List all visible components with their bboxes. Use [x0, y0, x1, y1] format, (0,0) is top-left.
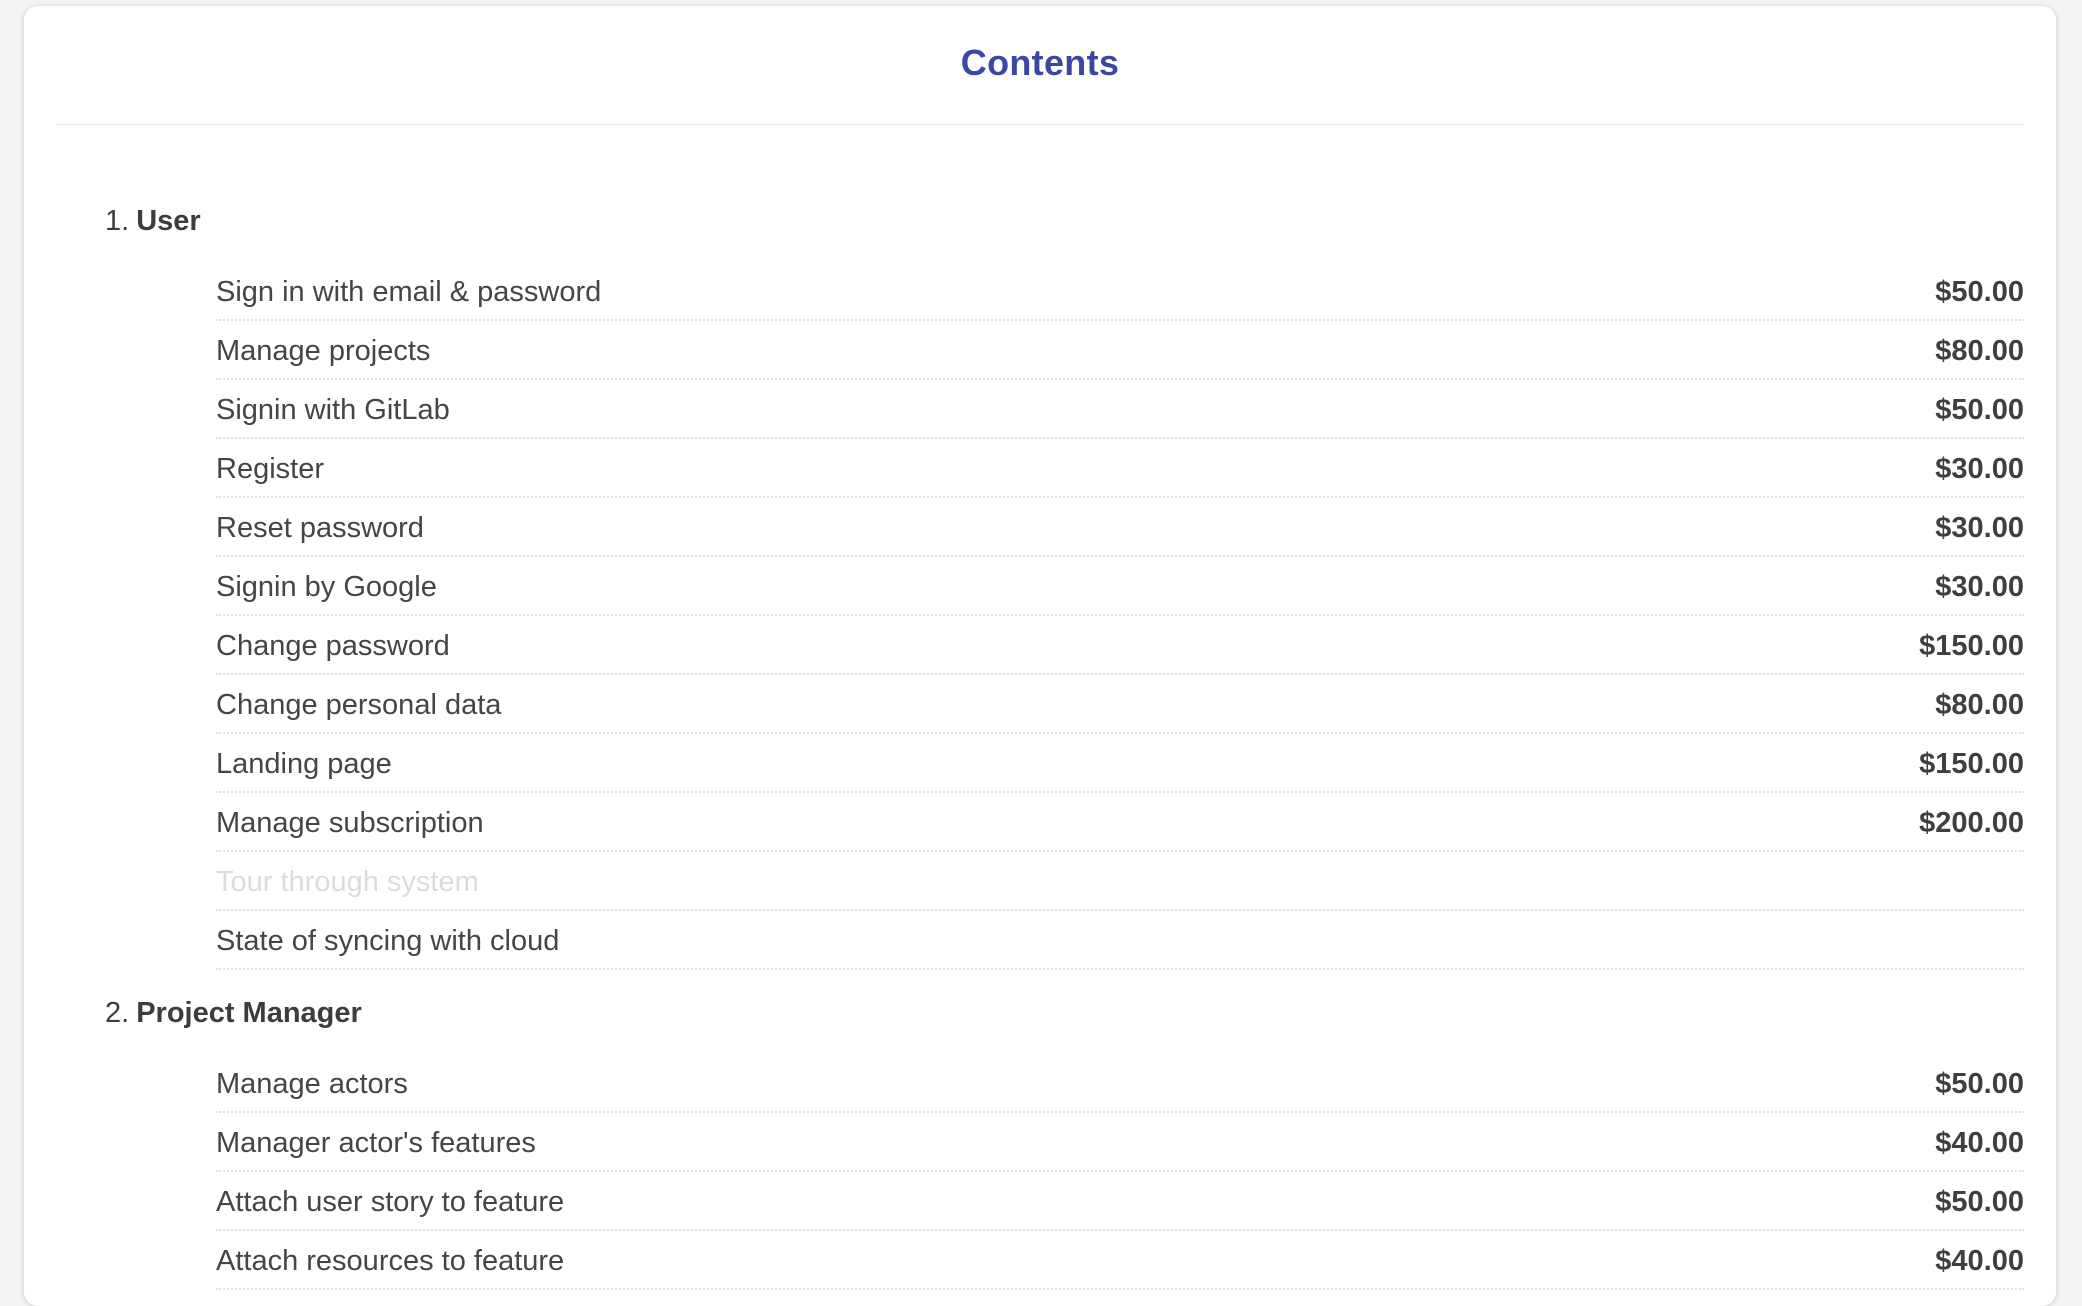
section-project-manager: 2. Project Manager Manage actors $50.00 … — [105, 988, 2024, 1290]
list-item[interactable]: Manager actor's features $40.00 — [216, 1113, 2024, 1172]
item-price: $50.00 — [1935, 276, 2024, 308]
item-name: Manage projects — [216, 335, 431, 367]
item-price: $80.00 — [1935, 689, 2024, 721]
item-name: Change personal data — [216, 689, 502, 721]
item-price: $30.00 — [1935, 512, 2024, 544]
section-heading: 1. User — [105, 196, 2024, 246]
item-price: $80.00 — [1935, 335, 2024, 367]
list-item[interactable]: Change password $150.00 — [216, 616, 2024, 675]
item-price: $200.00 — [1919, 807, 2024, 839]
list-item[interactable]: Manage projects $80.00 — [216, 321, 2024, 380]
item-name: Signin by Google — [216, 571, 437, 603]
list-item[interactable]: State of syncing with cloud — [216, 911, 2024, 970]
section-heading: 2. Project Manager — [105, 988, 2024, 1038]
page-title: Contents — [960, 42, 1120, 83]
card-header: Contents — [56, 6, 2024, 125]
list-item[interactable]: Sign in with email & password $50.00 — [216, 262, 2024, 321]
list-item[interactable]: Manage actors $50.00 — [216, 1054, 2024, 1113]
item-price: $40.00 — [1935, 1127, 2024, 1159]
item-price: $150.00 — [1919, 630, 2024, 662]
item-price: $50.00 — [1935, 394, 2024, 426]
section-items: Sign in with email & password $50.00 Man… — [216, 262, 2024, 970]
item-name: Reset password — [216, 512, 424, 544]
item-name: Manager actor's features — [216, 1127, 536, 1159]
item-name: Tour through system — [216, 866, 479, 898]
section-number: 1. — [105, 204, 130, 237]
section-title: Project Manager — [136, 996, 362, 1029]
item-price: $30.00 — [1935, 453, 2024, 485]
list-item[interactable]: Landing page $150.00 — [216, 734, 2024, 793]
item-name: Change password — [216, 630, 450, 662]
list-item[interactable]: Reset password $30.00 — [216, 498, 2024, 557]
item-name: Manage actors — [216, 1068, 408, 1100]
list-item[interactable]: Attach user story to feature $50.00 — [216, 1172, 2024, 1231]
item-price: $30.00 — [1935, 571, 2024, 603]
item-name: State of syncing with cloud — [216, 925, 560, 957]
item-name: Signin with GitLab — [216, 394, 450, 426]
list-item[interactable]: Signin with GitLab $50.00 — [216, 380, 2024, 439]
item-name: Manage subscription — [216, 807, 484, 839]
section-number: 2. — [105, 996, 130, 1029]
item-name: Landing page — [216, 748, 392, 780]
section-user: 1. User Sign in with email & password $5… — [105, 196, 2024, 970]
section-items: Manage actors $50.00 Manager actor's fea… — [216, 1054, 2024, 1290]
list-item[interactable]: Register $30.00 — [216, 439, 2024, 498]
item-name: Attach user story to feature — [216, 1186, 565, 1218]
item-price: $50.00 — [1935, 1186, 2024, 1218]
list-item[interactable]: Attach resources to feature $40.00 — [216, 1231, 2024, 1290]
item-name: Register — [216, 453, 324, 485]
list-item[interactable]: Signin by Google $30.00 — [216, 557, 2024, 616]
section-title: User — [136, 204, 201, 237]
list-item[interactable]: Change personal data $80.00 — [216, 675, 2024, 734]
contents-list: 1. User Sign in with email & password $5… — [105, 196, 2024, 1306]
list-item-disabled: Tour through system — [216, 852, 2024, 911]
list-item[interactable]: Manage subscription $200.00 — [216, 793, 2024, 852]
contents-card: Contents 1. User Sign in with email & pa… — [24, 6, 2056, 1306]
item-price: $150.00 — [1919, 748, 2024, 780]
item-price: $50.00 — [1935, 1068, 2024, 1100]
item-name: Sign in with email & password — [216, 276, 602, 308]
